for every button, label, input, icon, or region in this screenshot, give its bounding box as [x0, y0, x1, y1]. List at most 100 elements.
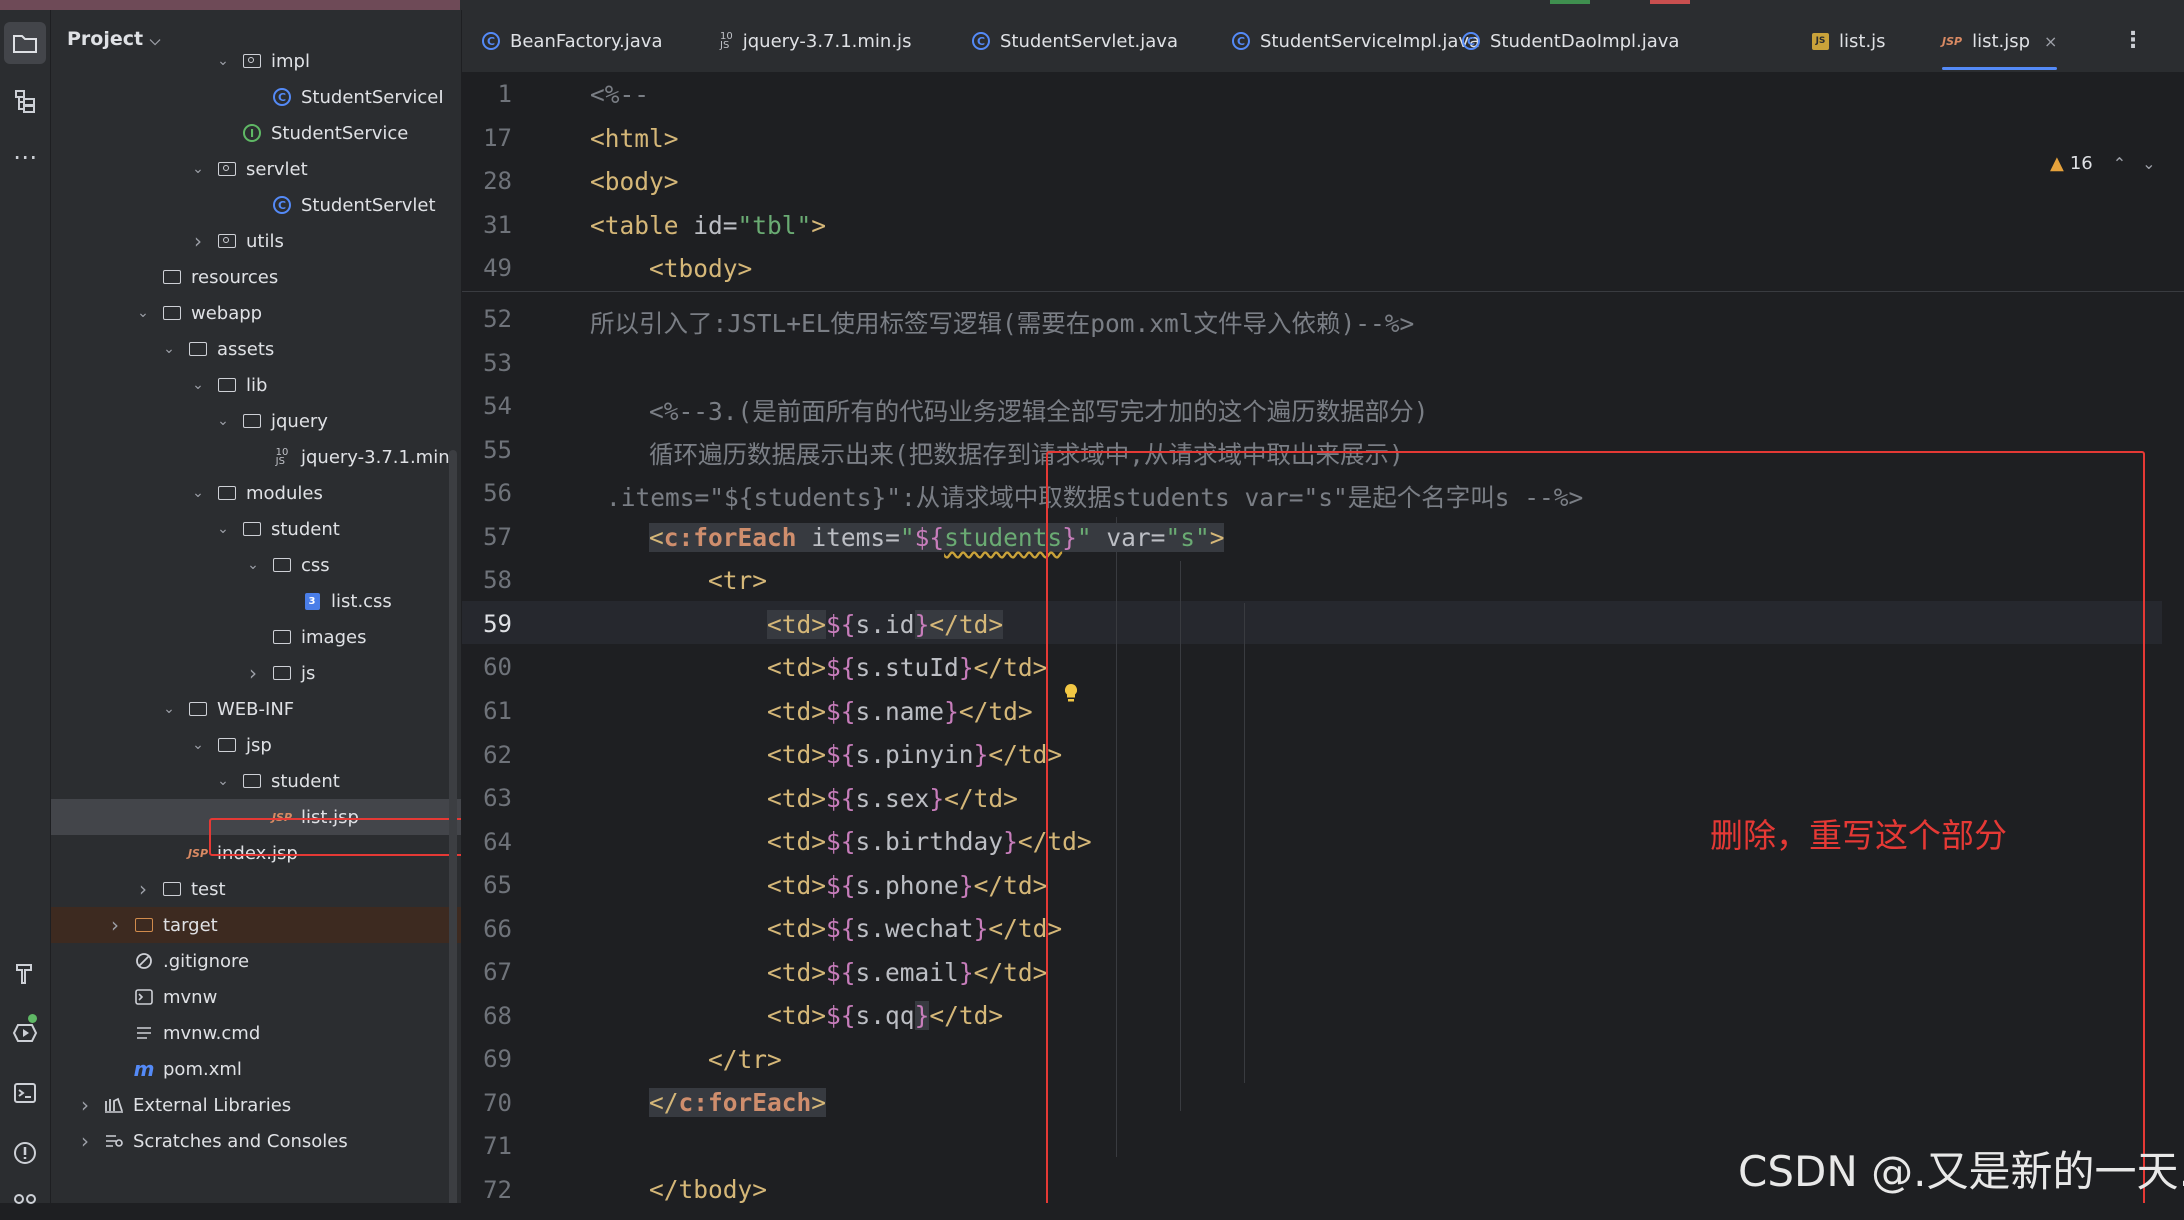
- editor-tab-bar: ⋮ C BeanFactory.java 10 JS jquery-3.7.1.min.…: [462, 10, 2184, 73]
- tree-item[interactable]: › js: [51, 655, 461, 691]
- chevron-down-icon[interactable]: ⌄: [215, 773, 231, 789]
- tab-studentdaoimpl-java[interactable]: C StudentDaoImpl.java: [1462, 10, 1679, 72]
- tree-item[interactable]: ⌄ jsp: [51, 727, 461, 763]
- chevron-right-icon[interactable]: ›: [135, 877, 151, 901]
- tree-item[interactable]: 3 list.css: [51, 583, 461, 619]
- tree-item-label: student: [271, 770, 340, 792]
- more-tabs-icon[interactable]: ⋮: [2122, 28, 2144, 53]
- stop-indicator: [1650, 0, 1690, 4]
- project-folder-icon[interactable]: [4, 22, 46, 64]
- tree-item-label: utils: [246, 230, 284, 252]
- structure-icon[interactable]: [4, 80, 46, 122]
- tab-label: BeanFactory.java: [510, 30, 663, 52]
- code-line: <td>${s.pinyin}</td>: [767, 740, 1063, 769]
- close-icon[interactable]: ×: [2044, 32, 2057, 51]
- chevron-right-icon[interactable]: ›: [77, 1093, 93, 1117]
- more-tools-icon[interactable]: ⋯: [4, 136, 46, 178]
- line-number: 56: [483, 479, 512, 508]
- tree-item[interactable]: › External Libraries: [51, 1087, 461, 1123]
- tree-item-label: list.css: [331, 590, 392, 612]
- tree-item[interactable]: 10 JS jquery-3.7.1.min: [51, 439, 461, 475]
- tree-item[interactable]: ⌄ css: [51, 547, 461, 583]
- code-line: </tr>: [708, 1045, 782, 1074]
- tree-item-label: StudentService: [271, 122, 409, 144]
- chevron-right-icon[interactable]: ›: [245, 661, 261, 685]
- tree-item[interactable]: ⌄ student: [51, 763, 461, 799]
- tree-item[interactable]: › utils: [51, 223, 461, 259]
- warning-icon: ▲: [2050, 153, 2064, 174]
- tree-item[interactable]: .gitignore: [51, 943, 461, 979]
- tree-item[interactable]: C StudentServiceI: [51, 79, 461, 115]
- folder-icon: [216, 482, 238, 504]
- tree-item[interactable]: ⌄ jquery: [51, 403, 461, 439]
- chevron-down-icon[interactable]: ⌄: [190, 485, 206, 501]
- git-icon[interactable]: [4, 1178, 46, 1220]
- tree-item-label: assets: [217, 338, 275, 360]
- folder-icon: [241, 770, 263, 792]
- tree-item[interactable]: › target: [51, 907, 461, 943]
- tree-item[interactable]: m pom.xml: [51, 1051, 461, 1087]
- project-scrollbar[interactable]: [449, 450, 457, 1203]
- class-icon: C: [482, 32, 500, 50]
- tree-item[interactable]: ⌄ assets: [51, 331, 461, 367]
- services-run-icon[interactable]: [4, 1012, 46, 1054]
- tree-item[interactable]: › test: [51, 871, 461, 907]
- tree-item[interactable]: resources: [51, 259, 461, 295]
- tree-item[interactable]: ⌄ servlet: [51, 151, 461, 187]
- line-number: 66: [483, 914, 512, 943]
- chevron-down-icon[interactable]: ⌄: [190, 737, 206, 753]
- code-editor[interactable]: 1 17 28 31 49 <%-- <html> <body> <table …: [462, 73, 2184, 1203]
- tree-item[interactable]: mvnw: [51, 979, 461, 1015]
- chevron-down-icon[interactable]: ⌄: [135, 305, 151, 321]
- chevron-down-icon[interactable]: ⌄: [245, 557, 261, 573]
- problems-icon[interactable]: [4, 1132, 46, 1174]
- chevron-down-icon[interactable]: ⌄: [2142, 154, 2155, 173]
- tree-item[interactable]: ⌄ lib: [51, 367, 461, 403]
- chevron-right-icon[interactable]: ›: [190, 229, 206, 253]
- tree-item[interactable]: › Scratches and Consoles: [51, 1123, 461, 1159]
- tree-item[interactable]: ⌄ webapp: [51, 295, 461, 331]
- inspection-widget[interactable]: ▲ 16 ⌃ ⌄: [2050, 153, 2156, 174]
- tree-item[interactable]: C StudentServlet: [51, 187, 461, 223]
- tree-item-label: servlet: [246, 158, 308, 180]
- tab-list-js[interactable]: JS list.js: [1812, 10, 1886, 72]
- tree-item[interactable]: ⌄ student: [51, 511, 461, 547]
- tab-list-jsp[interactable]: JSP list.jsp ×: [1942, 10, 2058, 72]
- code-line: <%--: [590, 80, 650, 109]
- chevron-down-icon[interactable]: ⌄: [190, 161, 206, 177]
- build-hammer-icon[interactable]: [4, 952, 46, 994]
- package-folder-icon: [241, 50, 263, 72]
- terminal-icon[interactable]: [4, 1072, 46, 1114]
- folder-icon: [187, 698, 209, 720]
- tree-item[interactable]: ⌄ modules: [51, 475, 461, 511]
- tab-studentservlet-java[interactable]: C StudentServlet.java: [972, 10, 1178, 72]
- code-line: <td>${s.qq}</td>: [767, 1001, 1004, 1030]
- tree-item-label: impl: [271, 50, 310, 72]
- tree-item[interactable]: ⌄ impl: [51, 43, 461, 79]
- tab-studentserviceimpl-java[interactable]: C StudentServiceImpl.java: [1232, 10, 1480, 72]
- chevron-up-icon[interactable]: ⌃: [2113, 154, 2126, 173]
- chevron-down-icon[interactable]: ⌄: [161, 701, 177, 717]
- code-line: <td>${s.birthday}</td>: [767, 827, 1092, 856]
- tree-item[interactable]: mvnw.cmd: [51, 1015, 461, 1051]
- tree-item[interactable]: I StudentService: [51, 115, 461, 151]
- class-icon: C: [271, 86, 293, 108]
- code-line: </tbody>: [649, 1175, 768, 1203]
- chevron-right-icon[interactable]: ›: [77, 1129, 93, 1153]
- chevron-down-icon[interactable]: ⌄: [161, 341, 177, 357]
- tree-item-label: jsp: [246, 734, 272, 756]
- chevron-right-icon[interactable]: ›: [107, 913, 123, 937]
- tab-beanfactory-java[interactable]: C BeanFactory.java: [482, 10, 662, 72]
- folder-icon: [241, 518, 263, 540]
- tab-label: list.jsp: [1972, 30, 2031, 52]
- chevron-down-icon[interactable]: ⌄: [190, 377, 206, 393]
- tree-item[interactable]: images: [51, 619, 461, 655]
- comment-text: 所以引入了:JSTL+EL使用标签写逻辑(需要在pom.xml文件导入依赖)--…: [590, 309, 1415, 338]
- chevron-down-icon[interactable]: ⌄: [215, 413, 231, 429]
- chevron-down-icon[interactable]: ⌄: [215, 53, 231, 69]
- chevron-down-icon[interactable]: ⌄: [215, 521, 231, 537]
- tree-item[interactable]: ⌄ WEB-INF: [51, 691, 461, 727]
- tree-item-label: StudentServlet: [301, 194, 436, 216]
- code-line: <table id="tbl">: [590, 211, 827, 240]
- tab-jquery-3-7-1-min-js[interactable]: 10 JS jquery-3.7.1.min.js: [720, 10, 911, 72]
